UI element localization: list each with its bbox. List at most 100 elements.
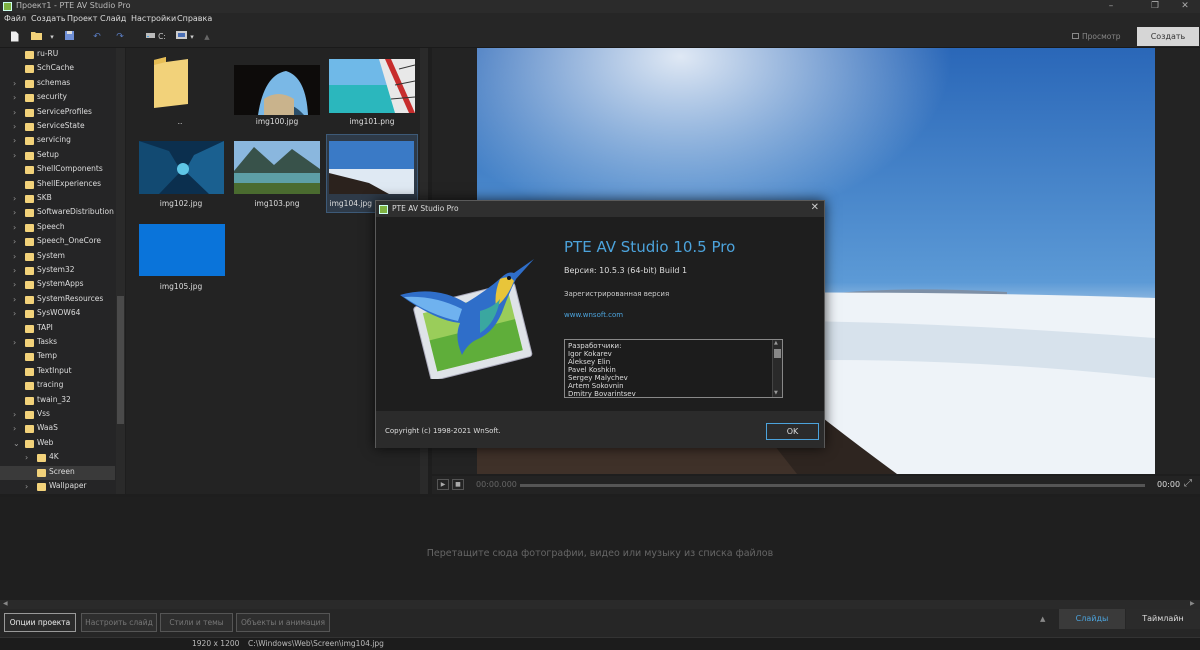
tree-item[interactable]: tracing <box>0 379 115 393</box>
developers-scrollbar[interactable]: ▲ ▼ <box>772 340 782 397</box>
chevron-down-icon[interactable]: ▾ <box>48 31 56 43</box>
scroll-down-icon[interactable]: ▼ <box>774 390 778 396</box>
play-icon[interactable]: ▶ <box>437 479 449 490</box>
project-options-button[interactable]: Опции проекта <box>4 613 76 632</box>
save-icon[interactable] <box>64 31 74 43</box>
file-name[interactable]: img102.jpg <box>135 199 227 208</box>
seek-bar[interactable] <box>520 484 1145 487</box>
tree-item[interactable]: ru-RU <box>0 48 115 62</box>
file-thumbnail-img102[interactable] <box>139 141 225 194</box>
menu-file[interactable]: Файл <box>4 14 26 23</box>
tab-timeline[interactable]: Таймлайн <box>1126 609 1200 629</box>
tree-item[interactable]: › Vss <box>0 408 115 422</box>
file-name[interactable]: img100.jpg <box>231 117 323 126</box>
tree-item[interactable]: › System <box>0 250 115 264</box>
tree-scrollbar-thumb[interactable] <box>117 296 124 424</box>
chevron-right-icon[interactable]: › <box>13 252 16 261</box>
objects-animation-button[interactable]: Объекты и анимация <box>236 613 330 632</box>
menu-settings[interactable]: Настройки <box>131 14 176 23</box>
tree-item[interactable]: › Speech_OneCore <box>0 235 115 249</box>
minimize-button[interactable]: – <box>1098 0 1124 13</box>
tree-item[interactable]: Screen <box>0 465 115 480</box>
tree-item[interactable]: › security <box>0 91 115 105</box>
tree-item[interactable]: ShellExperiences <box>0 178 115 192</box>
file-thumbnail-img100[interactable] <box>234 65 320 115</box>
view-mode-icon[interactable] <box>176 31 187 43</box>
chevron-down-icon[interactable]: ⌄ <box>13 439 20 448</box>
chevron-right-icon[interactable]: › <box>13 309 16 318</box>
tree-item[interactable]: › ServiceProfiles <box>0 106 115 120</box>
tree-item[interactable]: › Tasks <box>0 336 115 350</box>
horizontal-scrollbar[interactable]: ◀ ▶ <box>0 600 1200 609</box>
tab-slides[interactable]: Слайды <box>1059 609 1125 629</box>
tree-item[interactable]: › schemas <box>0 77 115 91</box>
tree-item[interactable]: › System32 <box>0 264 115 278</box>
tree-item[interactable]: ShellComponents <box>0 163 115 177</box>
preview-button[interactable]: Просмотр <box>1070 27 1130 46</box>
tree-item[interactable]: ⌄ Web <box>0 437 115 451</box>
slide-list-area[interactable]: Перетащите сюда фотографии, видео или му… <box>0 497 1200 600</box>
tree-item[interactable]: TAPI <box>0 322 115 336</box>
file-name[interactable]: img101.png <box>326 117 418 126</box>
tree-item[interactable]: › 4K <box>0 451 115 465</box>
file-thumbnail-img103[interactable] <box>234 141 320 194</box>
tree-item[interactable]: › SystemApps <box>0 278 115 292</box>
file-thumbnail-img101[interactable] <box>329 59 416 113</box>
file-name[interactable]: img105.jpg <box>135 282 227 291</box>
chevron-right-icon[interactable]: › <box>13 151 16 160</box>
chevron-right-icon[interactable]: › <box>13 223 16 232</box>
chevron-right-icon[interactable]: › <box>25 482 28 491</box>
chevron-right-icon[interactable]: › <box>13 410 16 419</box>
create-button[interactable]: Создать <box>1137 27 1199 46</box>
scroll-up-icon[interactable]: ▲ <box>774 340 778 346</box>
chevron-right-icon[interactable]: › <box>13 122 16 131</box>
chevron-right-icon[interactable]: › <box>13 237 16 246</box>
chevron-right-icon[interactable]: › <box>13 208 16 217</box>
tree-item[interactable]: twain_32 <box>0 394 115 408</box>
tree-item[interactable]: SchCache <box>0 62 115 76</box>
ok-button[interactable]: OK <box>766 423 819 440</box>
undo-icon[interactable]: ↶ <box>92 31 102 43</box>
tree-scrollbar[interactable] <box>116 48 125 494</box>
menu-slide[interactable]: Слайд <box>100 14 126 23</box>
file-thumbnail-img104[interactable] <box>329 141 415 194</box>
tree-item[interactable]: › SystemResources <box>0 293 115 307</box>
collapse-up-icon[interactable]: ▲ <box>1040 615 1045 623</box>
tree-item[interactable]: › SysWOW64 <box>0 307 115 321</box>
parent-folder-icon[interactable] <box>152 56 190 109</box>
chevron-right-icon[interactable]: › <box>13 338 16 347</box>
maximize-button[interactable]: ❐ <box>1142 0 1168 13</box>
tree-item[interactable]: › SKB <box>0 192 115 206</box>
scroll-right-icon[interactable]: ▶ <box>1190 600 1195 607</box>
styles-themes-button[interactable]: Стили и темы <box>160 613 233 632</box>
chevron-right-icon[interactable]: › <box>13 266 16 275</box>
redo-icon[interactable]: ↷ <box>115 31 125 43</box>
chevron-right-icon[interactable]: › <box>13 424 16 433</box>
tree-item[interactable]: › SoftwareDistribution <box>0 206 115 220</box>
view-mode-chevron-icon[interactable]: ▾ <box>188 31 196 43</box>
scroll-left-icon[interactable]: ◀ <box>3 600 8 607</box>
tree-item[interactable]: › ServiceState <box>0 120 115 134</box>
developers-scroll-thumb[interactable] <box>774 349 781 358</box>
chevron-right-icon[interactable]: › <box>13 136 16 145</box>
chevron-right-icon[interactable]: › <box>25 453 28 462</box>
tree-item[interactable]: TextInput <box>0 365 115 379</box>
website-link[interactable]: www.wnsoft.com <box>564 311 623 319</box>
tree-item[interactable]: › Wallpaper <box>0 480 115 494</box>
stop-icon[interactable]: ■ <box>452 479 464 490</box>
open-folder-icon[interactable] <box>30 31 42 43</box>
up-arrow-icon[interactable]: ▲ <box>203 31 211 43</box>
file-thumbnail-img105[interactable] <box>139 224 225 276</box>
chevron-right-icon[interactable]: › <box>13 79 16 88</box>
file-name[interactable]: img103.png <box>231 199 323 208</box>
tree-item[interactable]: › WaaS <box>0 422 115 436</box>
menu-help[interactable]: Справка <box>177 14 212 23</box>
chevron-right-icon[interactable]: › <box>13 108 16 117</box>
menu-project[interactable]: Проект <box>67 14 97 23</box>
tree-item[interactable]: Temp <box>0 350 115 364</box>
menu-create[interactable]: Создать <box>31 14 66 23</box>
close-window-button[interactable]: ✕ <box>1172 0 1198 13</box>
tree-item[interactable]: › Setup <box>0 149 115 163</box>
file-name[interactable]: img104.jpg <box>326 199 372 208</box>
file-name[interactable]: .. <box>134 117 226 126</box>
